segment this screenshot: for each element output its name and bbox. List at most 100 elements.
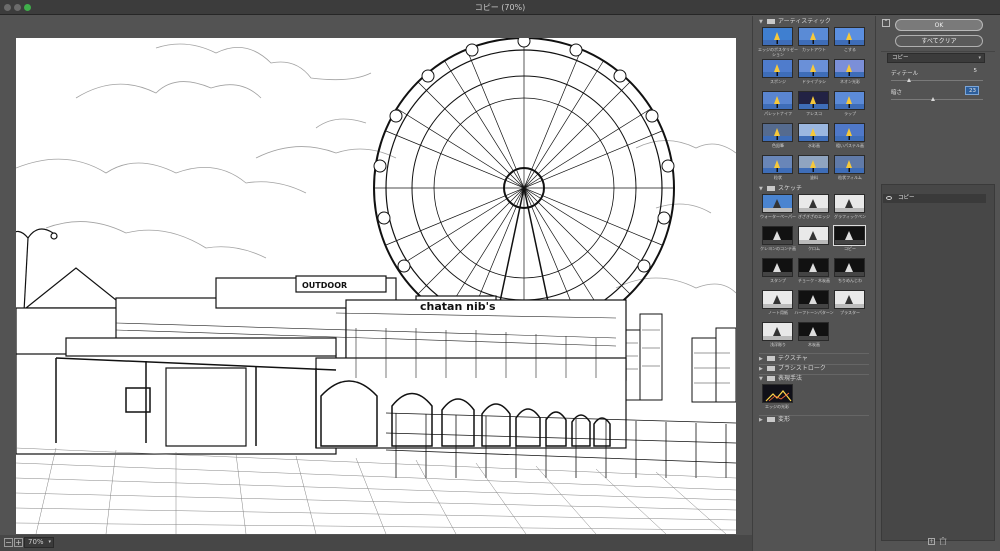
preview-image[interactable]: OUTDOOR chatan nib's bbox=[16, 38, 736, 534]
category-sketch[interactable]: ▼ スケッチ bbox=[759, 184, 869, 193]
effect-layer-name: コピー bbox=[898, 195, 915, 201]
filter-thumb[interactable] bbox=[762, 27, 793, 46]
filter-thumb[interactable] bbox=[834, 123, 865, 142]
collapsed-arrow-icon: ▶ bbox=[759, 356, 763, 362]
filter-gallery-panel: ▼ アーティスティック エッジのポスタリゼーション カットアウト こするスポンジ ドライ… bbox=[752, 16, 874, 551]
darkness-slider-track[interactable] bbox=[891, 99, 983, 100]
collapsed-arrow-icon: ▶ bbox=[759, 417, 763, 423]
detail-slider-track[interactable] bbox=[891, 80, 983, 81]
filter-label: こする bbox=[844, 47, 856, 52]
filter-label: スタンプ bbox=[770, 278, 786, 283]
filter-thumb[interactable] bbox=[762, 322, 793, 341]
expand-arrow-icon: ▼ bbox=[759, 19, 763, 25]
category-artistic[interactable]: ▼ アーティスティック bbox=[759, 17, 869, 26]
filter-thumb[interactable] bbox=[798, 59, 829, 78]
filter-label: 水彩画 bbox=[808, 143, 820, 148]
options-panel: ⌃ OK すべてクリア コピー ▾ ディテール 5 暗さ 23 コピー + bbox=[875, 16, 1000, 551]
filter-thumb[interactable] bbox=[762, 155, 793, 174]
detail-slider-knob[interactable] bbox=[906, 78, 911, 82]
sketch-preview-drawing: OUTDOOR chatan nib's bbox=[16, 38, 736, 534]
filter-label: ウォーターペーパー bbox=[760, 214, 796, 219]
darkness-label: 暗さ bbox=[891, 90, 903, 96]
collapse-gallery-toggle[interactable]: ⌃ bbox=[882, 19, 890, 27]
category-distort[interactable]: ▶ 変形 bbox=[759, 415, 869, 424]
filter-thumb[interactable] bbox=[834, 258, 865, 277]
effect-layer-row[interactable]: コピー bbox=[883, 194, 986, 203]
filter-thumb[interactable] bbox=[798, 258, 829, 277]
divider bbox=[881, 51, 995, 52]
folder-icon bbox=[767, 19, 775, 24]
filter-label: プラスター bbox=[840, 310, 860, 315]
chevron-down-icon: ▾ bbox=[978, 55, 981, 61]
filter-label: 色鉛筆 bbox=[772, 143, 784, 148]
filter-label: 粒状フィルム bbox=[838, 175, 862, 180]
darkness-value-input[interactable]: 23 bbox=[965, 86, 979, 95]
filter-thumb[interactable] bbox=[762, 59, 793, 78]
filter-label: クレヨンのコンテ画 bbox=[760, 246, 796, 251]
clear-all-button[interactable]: すべてクリア bbox=[895, 35, 983, 47]
filter-thumb[interactable] bbox=[798, 194, 829, 213]
ok-button[interactable]: OK bbox=[895, 19, 983, 31]
filter-label: ラップ bbox=[844, 111, 856, 116]
zoom-in-button[interactable]: + bbox=[14, 538, 23, 547]
detail-value-input[interactable]: 5 bbox=[965, 67, 979, 76]
filter-thumb[interactable] bbox=[798, 155, 829, 174]
title-bar: コピー (70%) bbox=[0, 0, 1000, 15]
expand-arrow-icon: ▼ bbox=[759, 376, 763, 382]
filter-thumb[interactable] bbox=[762, 91, 793, 110]
filter-thumb[interactable] bbox=[834, 290, 865, 309]
folder-icon bbox=[767, 366, 775, 371]
zoom-value: 70% bbox=[28, 538, 44, 546]
filter-thumb[interactable] bbox=[798, 290, 829, 309]
filter-select[interactable]: コピー ▾ bbox=[887, 53, 985, 63]
expand-arrow-icon: ▼ bbox=[759, 186, 763, 192]
category-stylize[interactable]: ▼ 表現手法 bbox=[759, 374, 869, 383]
filter-thumb[interactable] bbox=[762, 258, 793, 277]
filter-thumb[interactable] bbox=[798, 226, 829, 245]
filter-label: コピー bbox=[844, 246, 856, 251]
filter-label: エッジのポスタリゼーション bbox=[758, 47, 798, 57]
filter-label: ノート用紙 bbox=[768, 310, 788, 315]
zoom-level-select[interactable]: 70% ▾ bbox=[24, 537, 54, 548]
filter-label: ハーフトーンパターン bbox=[794, 310, 834, 315]
filter-label: フレスコ bbox=[806, 111, 822, 116]
category-texture[interactable]: ▶ テクスチャ bbox=[759, 354, 869, 363]
effect-layers-panel: コピー bbox=[881, 184, 995, 541]
chevron-down-icon: ▾ bbox=[48, 539, 51, 545]
filter-label: カットアウト bbox=[802, 47, 826, 52]
filter-label: ネオン光彩 bbox=[840, 79, 860, 84]
filter-thumb[interactable] bbox=[833, 225, 866, 246]
filter-thumb[interactable] bbox=[762, 226, 793, 245]
filter-thumb[interactable] bbox=[834, 27, 865, 46]
darkness-slider-knob[interactable] bbox=[930, 97, 935, 101]
filter-label: チョーク・木炭画 bbox=[798, 278, 830, 283]
filter-thumb[interactable] bbox=[798, 123, 829, 142]
category-brush-strokes[interactable]: ▶ ブラシストローク bbox=[759, 364, 869, 373]
filter-label: パレットナイフ bbox=[764, 111, 792, 116]
filter-thumb[interactable] bbox=[762, 290, 793, 309]
folder-icon bbox=[767, 376, 775, 381]
filter-thumb[interactable] bbox=[798, 27, 829, 46]
svg-text:OUTDOOR: OUTDOOR bbox=[302, 281, 347, 290]
filter-thumb[interactable] bbox=[762, 123, 793, 142]
filter-thumb[interactable] bbox=[834, 59, 865, 78]
zoom-out-button[interactable]: − bbox=[4, 538, 13, 547]
folder-icon bbox=[767, 356, 775, 361]
filter-thumb[interactable] bbox=[834, 91, 865, 110]
folder-icon bbox=[767, 417, 775, 422]
filter-label: スポンジ bbox=[770, 79, 786, 84]
filter-thumb[interactable] bbox=[834, 194, 865, 213]
filter-thumb[interactable] bbox=[798, 91, 829, 110]
trash-icon[interactable] bbox=[939, 537, 947, 546]
filter-label: 木炭画 bbox=[808, 342, 820, 347]
detail-label: ディテール bbox=[891, 71, 919, 77]
filter-thumb[interactable] bbox=[798, 322, 829, 341]
filter-thumb[interactable] bbox=[762, 194, 793, 213]
filter-thumb-glowing-edges[interactable] bbox=[762, 384, 793, 403]
filter-label: 粒状 bbox=[774, 175, 782, 180]
filter-thumb[interactable] bbox=[834, 155, 865, 174]
new-effect-layer-button[interactable]: + bbox=[928, 538, 935, 545]
eye-icon[interactable] bbox=[886, 196, 892, 200]
filter-label: ドライブラシ bbox=[802, 79, 826, 84]
svg-text:chatan nib's: chatan nib's bbox=[420, 300, 496, 313]
